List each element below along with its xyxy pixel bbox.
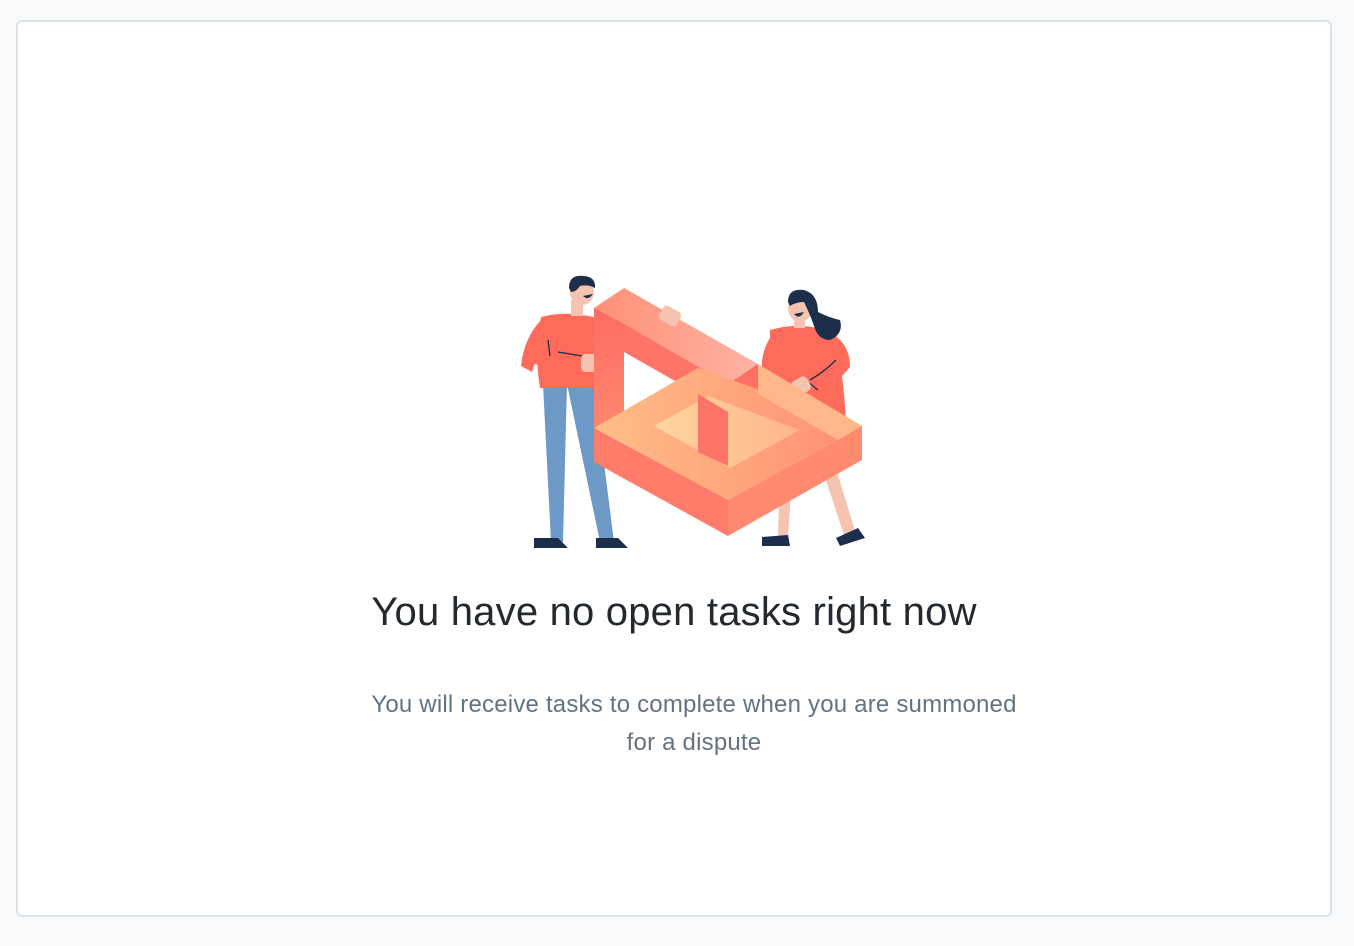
empty-state-message: You will receive tasks to complete when … <box>371 691 1017 756</box>
empty-state-illustration <box>521 275 865 548</box>
empty-state-card: You have no open tasks right now You wil… <box>16 20 1332 917</box>
empty-state-title: You have no open tasks right now <box>371 590 977 634</box>
